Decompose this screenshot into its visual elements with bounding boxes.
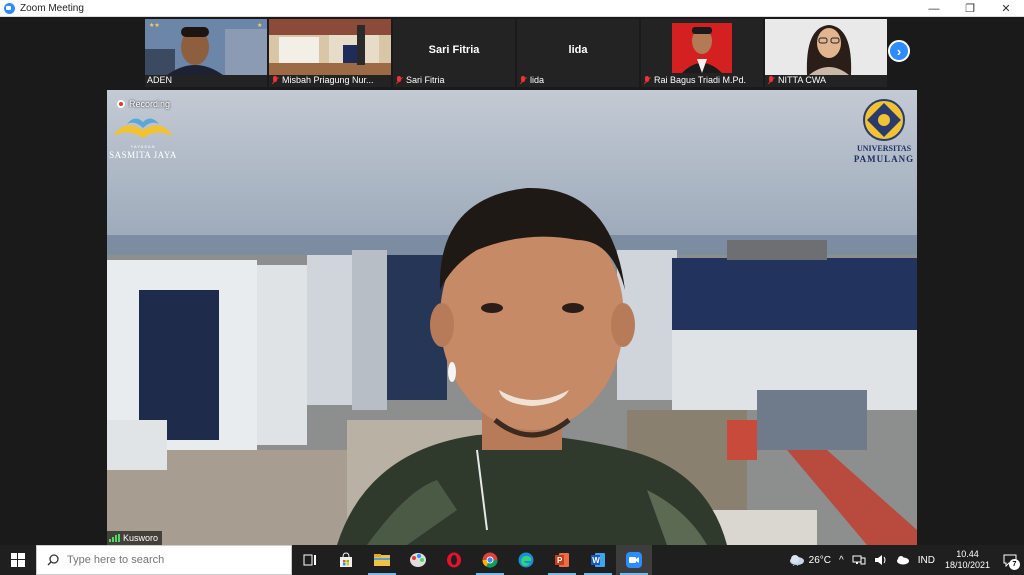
participant-tile[interactable]: Rai Bagus Triadi M.Pd. (641, 19, 763, 87)
system-tray: 26°C ^ IND 10.44 18/10/2021 7 (785, 545, 1024, 575)
show-hidden-icons-button[interactable]: ^ (835, 555, 848, 566)
zoom-app-icon (4, 2, 15, 14)
participant-video: ★★ ★ (145, 19, 267, 75)
weather-cloud-icon (789, 555, 804, 566)
participant-tile[interactable]: Misbah Priagung Nur... (269, 19, 391, 87)
participant-strip: ★★ ★ ADEN Misbah Priagung Nur... Sari Fi… (145, 19, 887, 87)
word-button[interactable]: W (580, 545, 616, 575)
participant-name: ADEN (147, 75, 173, 85)
svg-text:P: P (557, 556, 563, 565)
unpam-line2: PAMULANG (853, 154, 915, 164)
window-titlebar: Zoom Meeting — ❐ ✕ (0, 0, 1024, 17)
svg-text:★★: ★★ (149, 22, 160, 29)
store-icon (340, 552, 352, 567)
unpam-line1: UNIVERSITAS (856, 144, 912, 153)
muted-mic-icon (395, 75, 403, 85)
action-center-button[interactable]: 7 (996, 545, 1024, 575)
windows-logo-icon (11, 553, 25, 567)
participant-name: lida (530, 75, 545, 85)
clock-date: 18/10/2021 (944, 560, 990, 570)
chrome-button[interactable] (472, 545, 508, 575)
participant-name: Misbah Priagung Nur... (282, 75, 374, 85)
participant-tile[interactable]: ★★ ★ ADEN (145, 19, 267, 87)
unpam-emblem (863, 99, 905, 141)
yayasan-logo: YAYASAN SASMITA JAYA (107, 112, 179, 164)
network-icon (852, 555, 866, 565)
participant-display-name: Sari Fitria (428, 44, 480, 56)
powerpoint-button[interactable]: P (544, 545, 580, 575)
opera-button[interactable] (436, 545, 472, 575)
speaker-person (337, 187, 727, 545)
close-button[interactable]: ✕ (988, 0, 1024, 17)
speaker-icon (874, 555, 886, 565)
muted-mic-icon (271, 75, 279, 85)
file-explorer-icon (374, 554, 390, 566)
recording-indicator: Recording (117, 99, 170, 109)
minimize-button[interactable]: — (916, 0, 952, 17)
svg-text:W: W (592, 556, 600, 565)
zoom-button[interactable] (616, 545, 652, 575)
yayasan-emblem (113, 118, 173, 138)
svg-text:★: ★ (257, 22, 262, 29)
muted-mic-icon (767, 75, 775, 85)
window-title: Zoom Meeting (20, 2, 84, 14)
participant-tile[interactable]: Sari Fitria Sari Fitria (393, 19, 515, 87)
weather-widget[interactable]: 26°C (785, 554, 835, 566)
next-page-button[interactable]: › (888, 40, 910, 62)
clock-time: 10.44 (956, 549, 979, 559)
muted-mic-icon (643, 75, 651, 85)
windows-taskbar: P W 26°C ^ IND 10.44 18/10/2021 7 (0, 545, 1024, 575)
taskbar-search[interactable] (36, 545, 292, 575)
yayasan-top-text: YAYASAN (130, 144, 156, 149)
participant-name: NITTA CWA (778, 75, 826, 85)
search-icon (47, 554, 59, 566)
participant-display-name: lida (568, 44, 588, 56)
word-icon: W (591, 553, 605, 567)
chrome-icon (482, 552, 498, 568)
input-language[interactable]: IND (914, 555, 939, 566)
chevron-right-icon: › (896, 43, 902, 59)
participant-tile[interactable]: lida lida (517, 19, 639, 87)
task-view-icon (303, 554, 316, 566)
meeting-stage: ★★ ★ ADEN Misbah Priagung Nur... Sari Fi… (0, 17, 1024, 545)
cloud-icon (896, 556, 909, 565)
powerpoint-icon: P (555, 553, 569, 567)
yayasan-name: SASMITA JAYA (109, 150, 177, 160)
active-speaker-video[interactable]: Recording YAYASAN SASMITA JAYA UNIVERSIT… (107, 90, 917, 545)
store-button[interactable] (328, 545, 364, 575)
notification-count: 7 (1009, 559, 1020, 570)
task-view-button[interactable] (292, 545, 328, 575)
weather-temp: 26°C (808, 554, 832, 566)
paint-icon (410, 553, 426, 567)
search-input[interactable] (67, 554, 267, 566)
paint-button[interactable] (400, 545, 436, 575)
muted-mic-icon (519, 75, 527, 85)
chevron-up-icon: ^ (839, 554, 844, 566)
active-speaker-label: Kusworo (107, 531, 163, 545)
participant-video (269, 19, 391, 75)
edge-button[interactable] (508, 545, 544, 575)
participant-name: Rai Bagus Triadi M.Pd. (654, 75, 747, 85)
active-speaker-name: Kusworo (123, 533, 159, 543)
recording-dot-icon (117, 100, 125, 108)
participant-video (641, 19, 763, 75)
start-button[interactable] (0, 545, 36, 575)
participant-video (765, 19, 887, 75)
taskbar-clock[interactable]: 10.44 18/10/2021 (939, 549, 996, 571)
volume-control[interactable] (870, 554, 892, 566)
unpam-logo: UNIVERSITAS PAMULANG (849, 98, 917, 168)
onedrive-status[interactable] (892, 555, 914, 565)
file-explorer-button[interactable] (364, 545, 400, 575)
participant-name: Sari Fitria (406, 75, 445, 85)
edge-icon (518, 552, 534, 568)
opera-icon (447, 552, 461, 568)
network-status[interactable] (848, 554, 870, 566)
restore-button[interactable]: ❐ (952, 0, 988, 17)
zoom-icon (626, 552, 642, 568)
recording-label: Recording (129, 99, 171, 109)
connection-signal-icon (109, 534, 120, 542)
participant-tile[interactable]: NITTA CWA (765, 19, 887, 87)
